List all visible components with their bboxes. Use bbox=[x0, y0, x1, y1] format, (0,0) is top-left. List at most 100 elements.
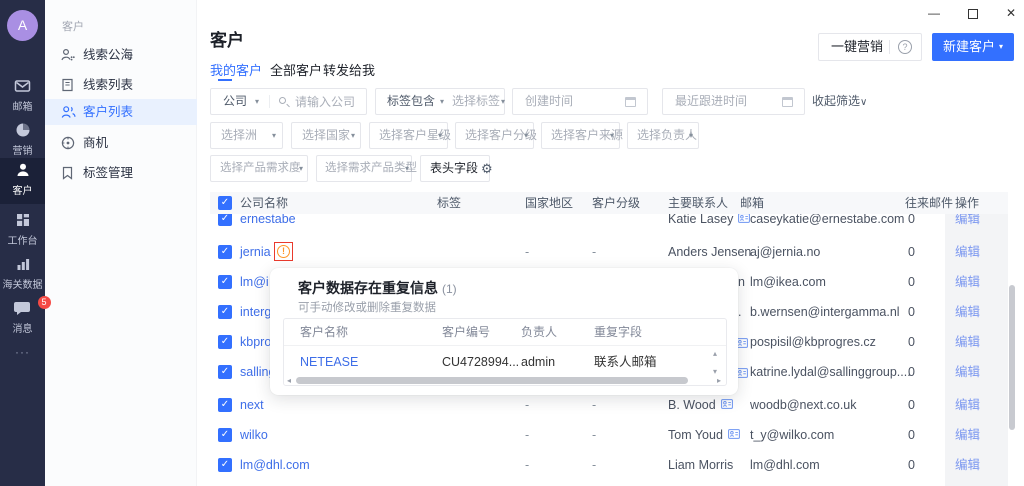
pie-chart-icon bbox=[0, 122, 45, 140]
grade-value: - bbox=[592, 450, 596, 480]
country-filter[interactable]: 选择国家 ▾ bbox=[291, 122, 361, 149]
person-icon bbox=[0, 162, 45, 180]
company-link[interactable]: wilko bbox=[240, 420, 268, 450]
duplicate-warning-highlight[interactable]: ! bbox=[274, 242, 293, 261]
company-search-filter[interactable]: 公司 ▾ bbox=[210, 88, 367, 115]
mail-icon bbox=[0, 78, 45, 96]
edit-link[interactable]: 编辑 bbox=[955, 297, 980, 327]
company-link[interactable]: next bbox=[240, 390, 264, 420]
company-search-input[interactable] bbox=[295, 90, 361, 113]
scroll-left-arrow[interactable]: ◂ bbox=[287, 377, 291, 385]
product-demand-filter[interactable]: 选择产品需求度 ▾ bbox=[210, 155, 308, 182]
rail-item-marketing[interactable]: 营销 bbox=[0, 122, 45, 162]
row-checkbox[interactable]: ✓ bbox=[218, 428, 232, 442]
edit-link[interactable]: 编辑 bbox=[955, 327, 980, 357]
new-customer-button[interactable]: 新建客户▾ bbox=[932, 33, 1014, 61]
continent-filter[interactable]: 选择洲 ▾ bbox=[210, 122, 283, 149]
filter-placeholder: 选择标签 bbox=[452, 89, 500, 114]
avatar[interactable]: A bbox=[7, 10, 38, 41]
edit-link[interactable]: 编辑 bbox=[955, 390, 980, 420]
row-checkbox[interactable]: ✓ bbox=[218, 458, 232, 472]
table-row[interactable]: ✓ wilko - - Tom Youd t_y@wilko.com 0 编辑 bbox=[210, 420, 1008, 450]
caret-down-icon: ▾ bbox=[689, 123, 693, 148]
caret-down-icon: ▾ bbox=[440, 89, 444, 114]
source-filter[interactable]: 选择客户来源 ▾ bbox=[541, 122, 620, 149]
row-checkbox[interactable]: ✓ bbox=[218, 365, 232, 379]
contact-card-icon[interactable] bbox=[721, 391, 733, 421]
owner: admin bbox=[521, 347, 555, 377]
rail-item-customer[interactable]: 客户 bbox=[0, 158, 45, 204]
table-row[interactable]: ✓ lm@dhl.com - - Liam Morris lm@dhl.com … bbox=[210, 450, 1008, 480]
tab-all-customers[interactable]: 全部客户 bbox=[270, 60, 322, 79]
edit-link[interactable]: 编辑 bbox=[955, 420, 980, 450]
last-followup-filter[interactable]: 最近跟进时间 bbox=[662, 88, 805, 115]
one-click-marketing-button[interactable]: 一键营销 ? bbox=[818, 33, 922, 61]
scroll-right-arrow[interactable]: ▸ bbox=[717, 377, 721, 385]
star-filter[interactable]: 选择客户星级 ▾ bbox=[369, 122, 448, 149]
popup-column-header: 客户名称 bbox=[300, 319, 348, 345]
warning-icon[interactable]: ! bbox=[277, 245, 290, 258]
sidebar-item-label: 客户列表 bbox=[83, 99, 133, 125]
row-checkbox[interactable]: ✓ bbox=[218, 335, 232, 349]
filter-placeholder: 创建时间 bbox=[525, 89, 573, 114]
sidebar-item-opportunity[interactable]: 商机 bbox=[45, 130, 197, 156]
scroll-down-arrow[interactable]: ▾ bbox=[713, 368, 717, 376]
company-link[interactable]: jernia bbox=[240, 237, 271, 267]
sidebar-item-lead-pool[interactable]: 线索公海 bbox=[45, 42, 197, 68]
collapse-filters-link[interactable]: 收起筛选∨ bbox=[812, 88, 867, 115]
company-link[interactable]: kbpro bbox=[240, 327, 271, 357]
company-link[interactable]: lm@dhl.com bbox=[240, 450, 310, 480]
edit-link[interactable]: 编辑 bbox=[955, 450, 980, 480]
popup-column-header: 客户编号 bbox=[442, 319, 490, 345]
horizontal-scrollbar[interactable] bbox=[296, 377, 688, 384]
tab-my-customers[interactable]: 我的客户 bbox=[210, 60, 262, 79]
duplicate-customer-link[interactable]: NETEASE bbox=[300, 347, 358, 377]
row-checkbox[interactable]: ✓ bbox=[218, 275, 232, 289]
question-circle-icon[interactable]: ? bbox=[898, 40, 912, 54]
edit-link[interactable]: 编辑 bbox=[955, 357, 980, 387]
gear-icon: ⚙ bbox=[481, 156, 493, 181]
company-link[interactable]: lm@i bbox=[240, 267, 269, 297]
tab-forwarded-to-me[interactable]: 转发给我 bbox=[323, 60, 375, 79]
close-button[interactable]: ✕ bbox=[1006, 6, 1016, 20]
created-time-filter[interactable]: 创建时间 bbox=[512, 88, 648, 115]
maximize-button[interactable] bbox=[968, 9, 978, 19]
grade-value: - bbox=[592, 237, 596, 267]
rail-item-customs-data[interactable]: 海关数据 bbox=[0, 256, 45, 296]
row-checkbox[interactable]: ✓ bbox=[218, 212, 232, 226]
rail-item-messages[interactable]: 5 消息 bbox=[0, 300, 45, 342]
rail-item-mail[interactable]: 邮箱 bbox=[0, 78, 45, 118]
contact-card-icon[interactable] bbox=[728, 421, 740, 451]
table-row[interactable]: ✓ jernia ! - - Anders Jensen aj@jernia.n… bbox=[210, 237, 1008, 267]
row-checkbox[interactable]: ✓ bbox=[218, 245, 232, 259]
app-window: — ✕ A 邮箱 营销 客户 工作台 bbox=[0, 0, 1024, 486]
scroll-up-arrow[interactable]: ▴ bbox=[713, 350, 717, 358]
sidebar-item-lead-list[interactable]: 线索列表 bbox=[45, 72, 197, 98]
sidebar-item-customer-list[interactable]: 客户列表 bbox=[45, 99, 197, 125]
caret-down-icon: ▾ bbox=[255, 89, 259, 114]
company-link[interactable]: interg bbox=[240, 297, 271, 327]
sidebar-item-tag-management[interactable]: 标签管理 bbox=[45, 160, 197, 186]
grade-filter[interactable]: 选择客户分级 ▾ bbox=[455, 122, 534, 149]
contact-name-fragment: . bbox=[738, 297, 741, 327]
caret-down-icon: ▾ bbox=[438, 123, 442, 148]
minimize-button[interactable]: — bbox=[928, 6, 940, 20]
rail-more-button[interactable]: ··· bbox=[0, 345, 45, 359]
product-type-filter[interactable]: 选择需求产品类型 ▾ bbox=[316, 155, 412, 182]
select-all-checkbox[interactable]: ✓ bbox=[218, 196, 232, 210]
edit-link[interactable]: 编辑 bbox=[955, 237, 980, 267]
mail-count: 0 bbox=[908, 237, 915, 267]
duplicate-info-popup: 客户数据存在重复信息(1) 可手动修改或删除重复数据 客户名称 客户编号 负责人… bbox=[270, 268, 738, 395]
tag-filter[interactable]: 标签包含 ▾ 选择标签 ▾ bbox=[375, 88, 505, 115]
row-checkbox[interactable]: ✓ bbox=[218, 305, 232, 319]
search-icon bbox=[279, 97, 286, 104]
nav-rail: A 邮箱 营销 客户 工作台 bbox=[0, 0, 45, 486]
row-checkbox[interactable]: ✓ bbox=[218, 398, 232, 412]
header-fields-button[interactable]: 表头字段 ⚙ bbox=[420, 155, 490, 182]
column-header: 邮箱 bbox=[740, 192, 764, 214]
owner-filter[interactable]: 选择负责人 ▾ bbox=[627, 122, 699, 149]
edit-link[interactable]: 编辑 bbox=[955, 267, 980, 297]
rail-item-workbench[interactable]: 工作台 bbox=[0, 212, 45, 252]
bar-chart-icon bbox=[0, 256, 45, 274]
vertical-scrollbar[interactable] bbox=[1009, 285, 1015, 430]
